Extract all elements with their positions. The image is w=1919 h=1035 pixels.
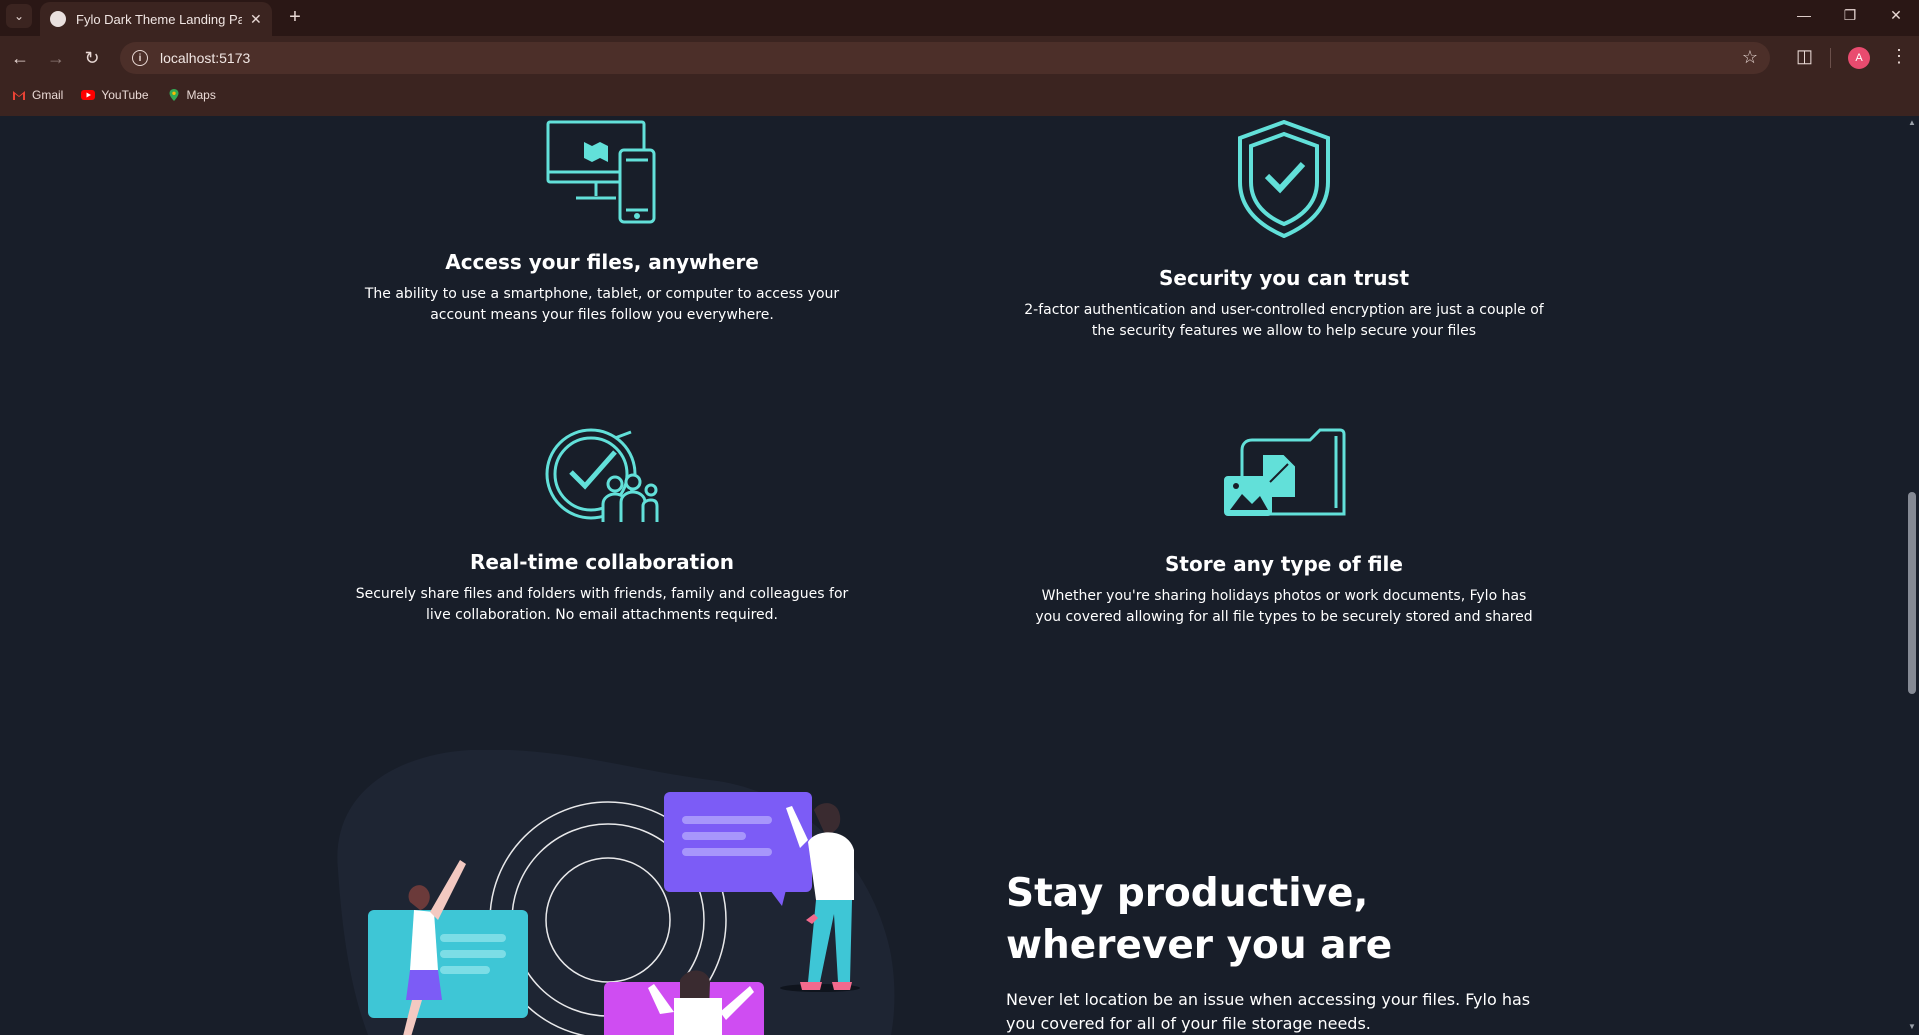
close-window-button[interactable]: ✕ xyxy=(1873,0,1919,30)
bookmark-gmail[interactable]: Gmail xyxy=(12,88,63,102)
tab-strip: ⌄ Fylo Dark Theme Landing Page ✕ + — ❐ ✕ xyxy=(0,0,1919,36)
active-tab[interactable]: Fylo Dark Theme Landing Page ✕ xyxy=(40,2,272,36)
shield-check-icon xyxy=(1238,120,1330,238)
productive-title: Stay productive, wherever you are xyxy=(1006,868,1606,972)
page-scrollbar[interactable]: ▲ ▼ xyxy=(1905,116,1919,1035)
feature-text: Whether you're sharing holidays photos o… xyxy=(1035,588,1533,625)
feature-title: Security you can trust xyxy=(1159,266,1409,290)
window-controls: — ❐ ✕ xyxy=(1781,0,1919,32)
feature-security: Security you can trust 2-factor authenti… xyxy=(1014,120,1554,342)
tab-search-button[interactable]: ⌄ xyxy=(6,4,32,28)
address-bar[interactable]: i localhost:5173 ☆ xyxy=(120,42,1770,74)
globe-icon xyxy=(50,11,66,27)
scroll-thumb[interactable] xyxy=(1908,492,1916,694)
new-tab-button[interactable]: + xyxy=(282,4,308,30)
toolbar-divider xyxy=(1830,48,1831,68)
page-viewport: Access your files, anywhere The ability … xyxy=(0,116,1905,1035)
close-tab-icon[interactable]: ✕ xyxy=(250,11,262,28)
browser-chrome: ⌄ Fylo Dark Theme Landing Page ✕ + — ❐ ✕… xyxy=(0,0,1919,116)
site-info-icon[interactable]: i xyxy=(132,50,148,66)
productive-title-line2: wherever you are xyxy=(1006,923,1393,968)
maps-icon xyxy=(169,89,178,101)
feature-title: Store any type of file xyxy=(1165,552,1403,576)
bookmarks-bar: Gmail YouTube Maps xyxy=(0,84,222,106)
back-button[interactable]: ← xyxy=(8,46,32,70)
feature-title: Access your files, anywhere xyxy=(445,250,759,274)
kebab-menu-icon[interactable]: ⋮ xyxy=(1890,46,1908,67)
extensions-icon[interactable]: ◫ xyxy=(1796,46,1813,67)
feature-collaboration: Real-time collaboration Securely share f… xyxy=(352,428,852,626)
forward-button[interactable]: → xyxy=(44,46,68,70)
restore-button[interactable]: ❐ xyxy=(1827,0,1873,30)
minimize-button[interactable]: — xyxy=(1781,0,1827,30)
folder-files-icon xyxy=(1224,428,1346,516)
devices-icon xyxy=(546,120,656,224)
productive-title-line1: Stay productive, xyxy=(1006,871,1369,916)
feature-access-anywhere: Access your files, anywhere The ability … xyxy=(352,120,852,326)
feature-title: Real-time collaboration xyxy=(469,550,734,574)
youtube-icon xyxy=(81,90,96,100)
feature-text: 2-factor authentication and user-control… xyxy=(1024,302,1544,339)
reload-button[interactable]: ↻ xyxy=(80,46,104,70)
browser-toolbar: ← → ↻ i localhost:5173 ☆ xyxy=(0,40,1919,76)
scroll-up-icon[interactable]: ▲ xyxy=(1908,118,1916,127)
gmail-icon xyxy=(13,91,25,100)
url-text: localhost:5173 xyxy=(160,50,251,66)
bookmark-star-icon[interactable]: ☆ xyxy=(1742,47,1758,68)
scroll-down-icon[interactable]: ▼ xyxy=(1908,1022,1916,1031)
tab-title: Fylo Dark Theme Landing Page xyxy=(76,11,242,27)
feature-store-any-file: Store any type of file Whether you're sh… xyxy=(1034,428,1534,628)
bookmark-youtube[interactable]: YouTube xyxy=(81,88,149,102)
feature-text: Securely share files and folders with fr… xyxy=(355,586,849,623)
feature-text: The ability to use a smartphone, tablet,… xyxy=(364,286,840,323)
bookmark-label: YouTube xyxy=(101,88,149,102)
productive-text: Never let location be an issue when acce… xyxy=(1006,990,1531,1033)
collaboration-icon xyxy=(545,428,659,522)
bookmark-label: Gmail xyxy=(32,88,64,102)
profile-avatar[interactable]: A xyxy=(1848,47,1870,69)
bookmark-maps[interactable]: Maps xyxy=(167,88,216,102)
bookmark-label: Maps xyxy=(186,88,216,102)
productive-illustration xyxy=(337,750,895,1035)
